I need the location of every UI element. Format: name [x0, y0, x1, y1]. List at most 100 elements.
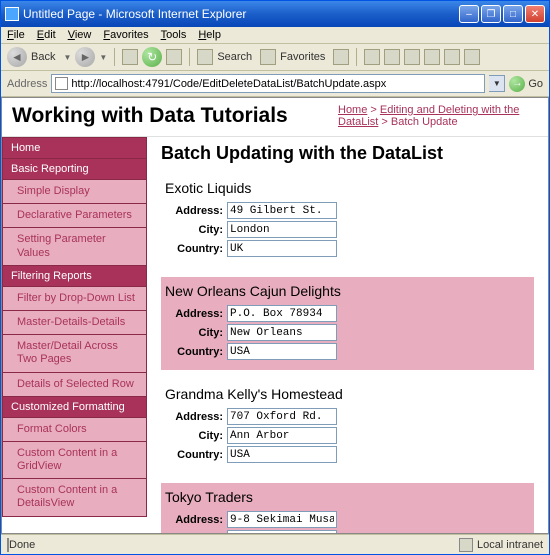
go-icon: →: [509, 76, 525, 92]
menu-file[interactable]: File: [7, 29, 25, 41]
breadcrumb: Home > Editing and Deleting with the Dat…: [338, 104, 538, 128]
sidebar-item-format-colors[interactable]: Format Colors: [2, 418, 147, 442]
sidebar-item-home[interactable]: Home: [2, 137, 147, 159]
address-label: Address: [7, 78, 47, 90]
country-input[interactable]: [227, 240, 337, 257]
form-row-city: City:: [165, 324, 530, 341]
restore-button[interactable]: ❐: [481, 5, 501, 23]
back-dropdown-icon[interactable]: ▼: [63, 53, 71, 62]
form-row-country: Country:: [165, 446, 530, 463]
country-input[interactable]: [227, 343, 337, 360]
status-left: Done: [7, 539, 35, 551]
form-row-city: City:: [165, 530, 530, 533]
viewport: Working with Data Tutorials Home > Editi…: [1, 97, 549, 534]
window-buttons: – ❐ □ ✕: [459, 5, 545, 23]
discuss-icon[interactable]: [424, 49, 440, 65]
supplier-name: Tokyo Traders: [165, 489, 530, 505]
history-icon[interactable]: [333, 49, 349, 65]
favorites-label: Favorites: [280, 51, 325, 63]
search-icon[interactable]: [197, 49, 213, 65]
favorites-icon[interactable]: [260, 49, 276, 65]
back-label: Back: [31, 51, 55, 63]
forward-dropdown-icon[interactable]: ▼: [99, 53, 107, 62]
city-label: City:: [165, 224, 227, 236]
supplier-block: Exotic LiquidsAddress:City:Country:: [161, 174, 534, 267]
sidebar-item-details-selected-row[interactable]: Details of Selected Row: [2, 373, 147, 397]
sidebar-item-setting-parameter-values[interactable]: Setting Parameter Values: [2, 228, 147, 265]
edit-icon[interactable]: [404, 49, 420, 65]
supplier-block: Tokyo TradersAddress:City:Country:: [161, 483, 534, 533]
supplier-name: New Orleans Cajun Delights: [165, 283, 530, 299]
supplier-name: Grandma Kelly's Homestead: [165, 386, 530, 402]
city-input[interactable]: [227, 427, 337, 444]
status-right: Local intranet: [459, 538, 543, 552]
form-row-address: Address:: [165, 511, 530, 528]
app-icon: [5, 7, 19, 21]
menu-tools[interactable]: Tools: [161, 29, 187, 41]
page-icon: [55, 77, 68, 90]
forward-button[interactable]: ►: [75, 47, 95, 67]
address-label: Address:: [165, 411, 227, 423]
city-label: City:: [165, 533, 227, 534]
address-input[interactable]: [227, 305, 337, 322]
stop-icon[interactable]: [122, 49, 138, 65]
form-row-city: City:: [165, 427, 530, 444]
main-heading: Batch Updating with the DataList: [161, 143, 534, 164]
print-icon[interactable]: [384, 49, 400, 65]
go-button[interactable]: → Go: [509, 76, 543, 92]
menu-edit[interactable]: Edit: [37, 29, 56, 41]
layout: Home Basic Reporting Simple Display Decl…: [2, 137, 548, 533]
zone-icon: [459, 538, 473, 552]
sidebar-section-filtering-reports[interactable]: Filtering Reports: [2, 266, 147, 287]
sidebar-section-basic-reporting[interactable]: Basic Reporting: [2, 159, 147, 180]
city-input[interactable]: [227, 324, 337, 341]
address-input[interactable]: [227, 511, 337, 528]
maximize-button[interactable]: □: [503, 5, 523, 23]
address-input[interactable]: [227, 202, 337, 219]
supplier-list: Exotic LiquidsAddress:City:Country:New O…: [161, 174, 534, 533]
menu-help[interactable]: Help: [198, 29, 221, 41]
messenger-icon[interactable]: [464, 49, 480, 65]
country-label: Country:: [165, 346, 227, 358]
form-row-country: Country:: [165, 343, 530, 360]
window-title: Untitled Page - Microsoft Internet Explo…: [23, 7, 459, 21]
home-icon[interactable]: [166, 49, 182, 65]
sidebar-item-custom-content-detailsview[interactable]: Custom Content in a DetailsView: [2, 479, 147, 516]
sidebar-item-master-detail-two-pages[interactable]: Master/Detail Across Two Pages: [2, 335, 147, 372]
address-bar: Address http://localhost:4791/Code/EditD…: [1, 71, 549, 97]
menu-view[interactable]: View: [68, 29, 92, 41]
form-row-address: Address:: [165, 305, 530, 322]
zone-text: Local intranet: [477, 539, 543, 551]
city-input[interactable]: [227, 221, 337, 238]
country-label: Country:: [165, 243, 227, 255]
address-input[interactable]: [227, 408, 337, 425]
address-field[interactable]: http://localhost:4791/Code/EditDeleteDat…: [51, 74, 485, 93]
back-button[interactable]: ◄: [7, 47, 27, 67]
statusbar: Done Local intranet: [1, 534, 549, 554]
titlebar: Untitled Page - Microsoft Internet Explo…: [1, 1, 549, 27]
sidebar-item-master-details-details[interactable]: Master-Details-Details: [2, 311, 147, 335]
refresh-button[interactable]: ↻: [142, 47, 162, 67]
city-input[interactable]: [227, 530, 337, 533]
address-dropdown-icon[interactable]: ▼: [489, 75, 505, 92]
research-icon[interactable]: [444, 49, 460, 65]
sidebar-section-customized-formatting[interactable]: Customized Formatting: [2, 397, 147, 418]
menubar: File Edit View Favorites Tools Help: [1, 27, 549, 44]
country-input[interactable]: [227, 446, 337, 463]
sidebar-item-filter-by-dropdown[interactable]: Filter by Drop-Down List: [2, 287, 147, 311]
form-row-city: City:: [165, 221, 530, 238]
crumb-home[interactable]: Home: [338, 104, 367, 116]
country-label: Country:: [165, 449, 227, 461]
banner: Working with Data Tutorials Home > Editi…: [2, 98, 548, 137]
minimize-button[interactable]: –: [459, 5, 479, 23]
sidebar-item-custom-content-gridview[interactable]: Custom Content in a GridView: [2, 442, 147, 479]
sidebar-item-simple-display[interactable]: Simple Display: [2, 180, 147, 204]
menu-favorites[interactable]: Favorites: [103, 29, 148, 41]
address-url: http://localhost:4791/Code/EditDeleteDat…: [71, 78, 386, 90]
mail-icon[interactable]: [364, 49, 380, 65]
close-button[interactable]: ✕: [525, 5, 545, 23]
sidebar-item-declarative-parameters[interactable]: Declarative Parameters: [2, 204, 147, 228]
status-text: Done: [9, 539, 35, 551]
go-label: Go: [528, 78, 543, 90]
sidebar: Home Basic Reporting Simple Display Decl…: [2, 137, 147, 533]
